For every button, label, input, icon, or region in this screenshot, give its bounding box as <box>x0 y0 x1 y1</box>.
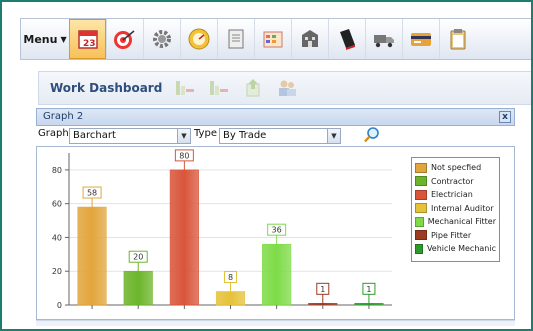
legend-label: Internal Auditor <box>431 203 494 213</box>
chevron-down-icon[interactable]: ▼ <box>177 129 190 143</box>
bar-chart-svg: 0 20 40 60 80 58 20 80 8 36 1 1 <box>52 149 392 310</box>
calendar-icon: 23 <box>77 30 98 49</box>
bar-internal-auditor <box>215 291 246 306</box>
type-select[interactable]: By Trade ▼ <box>219 128 341 144</box>
legend-label: Contractor <box>431 176 474 186</box>
bar-chart: 0 20 40 60 80 58 20 80 8 36 1 1 Not specfied Contrac… <box>36 146 515 320</box>
clipboard-button[interactable] <box>439 19 476 59</box>
bar-mechanical-fitter <box>262 243 292 306</box>
data-label: 1 <box>366 285 371 294</box>
y-tick-label: 40 <box>52 233 62 242</box>
legend-swatch <box>415 243 423 254</box>
chevron-down-icon[interactable]: ▼ <box>327 129 340 143</box>
svg-text:23: 23 <box>83 39 96 49</box>
data-label: 8 <box>228 273 233 282</box>
legend-item: Internal Auditor <box>415 202 496 216</box>
clipboard-icon <box>450 29 466 50</box>
menu-label: Menu <box>23 32 58 46</box>
gauge-icon <box>188 28 210 50</box>
legend-item: Not specfied <box>415 161 496 175</box>
data-label: 36 <box>272 226 282 235</box>
legend-label: Mechanical Fitter <box>427 217 496 227</box>
legend-label: Pipe Fitter <box>431 230 472 240</box>
panel-title: Graph 2 <box>43 111 84 122</box>
report-icon <box>228 29 244 49</box>
report-button[interactable] <box>217 19 254 59</box>
type-label: Type <box>194 128 217 139</box>
legend-item: Electrician <box>415 188 496 202</box>
target-icon <box>114 30 135 49</box>
close-icon: x <box>502 112 508 122</box>
data-label: 20 <box>133 253 143 262</box>
export-icon[interactable] <box>242 78 264 98</box>
chart-legend: Not specfied Contractor Electrician Interna… <box>411 157 500 262</box>
panel-footer <box>36 320 515 326</box>
graph-select-value: Barchart <box>73 130 116 141</box>
card-icon <box>411 33 431 46</box>
graph-panel-header: Graph 2 x <box>36 108 515 126</box>
graph-select[interactable]: Barchart ▼ <box>69 128 191 144</box>
legend-swatch <box>415 162 427 173</box>
chart-add-icon[interactable] <box>174 78 196 98</box>
bar-contractor <box>123 270 153 306</box>
dashboard-toolbar: Work Dashboard <box>38 71 531 105</box>
legend-swatch <box>415 176 427 187</box>
bar-pipe-fitter <box>308 303 338 306</box>
building-icon <box>302 30 318 47</box>
legend-item: Pipe Fitter <box>415 229 496 243</box>
chart-remove-icon[interactable] <box>208 78 230 98</box>
legend-label: Electrician <box>431 190 473 200</box>
book-icon <box>340 29 355 50</box>
legend-label: Vehicle Mechanic <box>426 244 496 254</box>
bar-vehicle-mechanic <box>354 303 384 306</box>
graph-label: Graph <box>38 128 69 139</box>
legend-label: Not specfied <box>431 163 482 173</box>
main-toolbar: Menu ▼ 23 <box>20 18 531 60</box>
legend-item: Contractor <box>415 175 496 189</box>
card-button[interactable] <box>402 19 439 59</box>
window-frame: Menu ▼ 23 Work Dashboard Graph 2 x Graph… <box>0 0 533 331</box>
users-icon[interactable] <box>276 78 298 98</box>
close-button[interactable]: x <box>499 111 511 123</box>
menu-button[interactable]: Menu ▼ <box>21 19 69 59</box>
y-tick-label: 0 <box>57 301 62 310</box>
planner-icon <box>263 31 283 48</box>
book-button[interactable] <box>328 19 365 59</box>
y-tick-label: 20 <box>52 267 62 276</box>
gauge-button[interactable] <box>180 19 217 59</box>
building-button[interactable] <box>291 19 328 59</box>
gear-icon <box>153 30 171 48</box>
truck-button[interactable] <box>365 19 402 59</box>
data-label: 80 <box>179 151 189 160</box>
type-select-value: By Trade <box>223 130 267 141</box>
y-tick-label: 80 <box>52 166 62 175</box>
target-button[interactable] <box>106 19 143 59</box>
truck-icon <box>374 35 394 48</box>
bar-electrician <box>169 169 199 306</box>
legend-item: Mechanical Fitter <box>415 215 496 229</box>
settings-button[interactable] <box>143 19 180 59</box>
graph-controls: Graph Barchart ▼ Type By Trade ▼ <box>36 126 515 146</box>
dashboard-title: Work Dashboard <box>50 81 163 95</box>
legend-swatch <box>415 203 427 214</box>
y-tick-label: 60 <box>52 200 62 209</box>
legend-swatch <box>415 216 424 227</box>
planner-button[interactable] <box>254 19 291 59</box>
legend-swatch <box>415 189 427 200</box>
search-icon[interactable] <box>363 126 381 144</box>
data-label: 1 <box>320 285 325 294</box>
legend-swatch <box>415 230 427 241</box>
data-label: 58 <box>87 189 97 198</box>
calendar-button[interactable]: 23 <box>69 19 106 59</box>
chevron-down-icon: ▼ <box>60 34 67 44</box>
legend-item: Vehicle Mechanic <box>415 242 496 256</box>
bar-not-specfied <box>77 206 107 306</box>
